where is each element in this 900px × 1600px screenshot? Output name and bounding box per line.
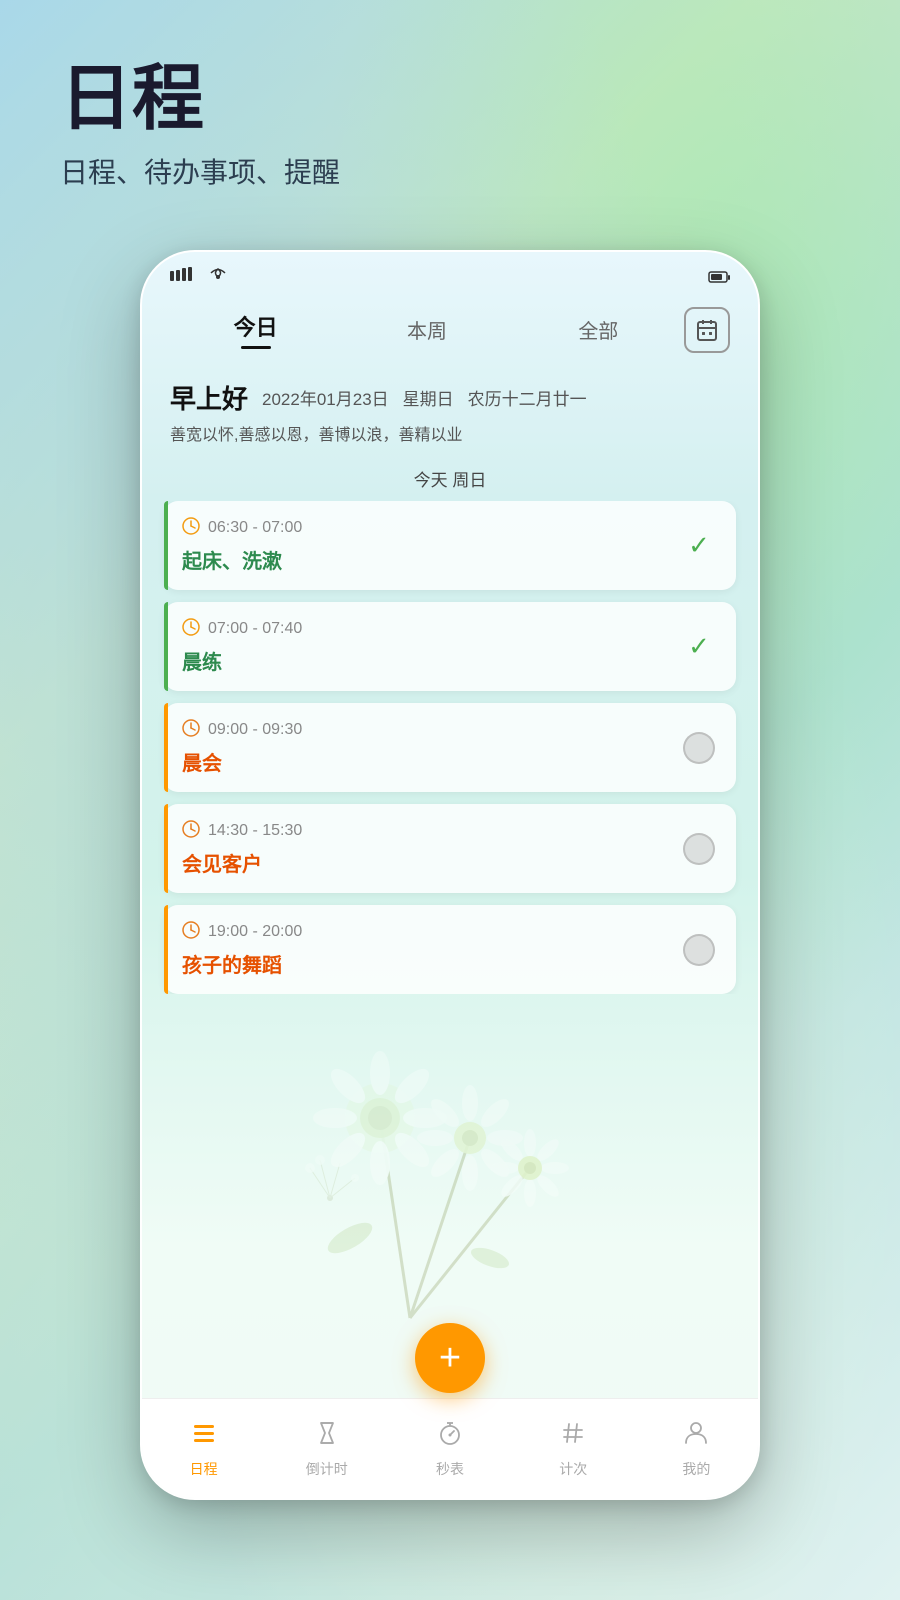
clock-icon — [182, 618, 200, 640]
greeting-lunar: 农历十二月廿一 — [468, 385, 587, 410]
schedule-time-row: 19:00 - 20:00 — [182, 921, 680, 943]
greeting-row: 早上好 2022年01月23日 星期日 农历十二月廿一 — [170, 379, 730, 416]
schedule-time: 14:30 - 15:30 — [208, 822, 302, 840]
schedule-item-left: 19:00 - 20:00 孩子的舞蹈 — [182, 921, 680, 978]
schedule-item-left: 06:30 - 07:00 起床、洗漱 — [182, 517, 680, 574]
nav-item-schedule[interactable]: 日程 — [142, 1419, 265, 1479]
clock-icon — [182, 719, 200, 741]
schedule-item[interactable]: 06:30 - 07:00 起床、洗漱 ✓ — [164, 501, 736, 590]
flower-decoration — [210, 1018, 610, 1418]
schedule-time: 07:00 - 07:40 — [208, 620, 302, 638]
nav-icon-counter — [559, 1419, 587, 1454]
nav-icon-schedule — [190, 1419, 218, 1454]
tab-week[interactable]: 本周 — [341, 307, 512, 352]
nav-item-stopwatch[interactable]: 秒表 — [388, 1419, 511, 1479]
greeting-date: 2022年01月23日 — [262, 385, 389, 410]
top-tabs: 今日 本周 全部 — [142, 292, 758, 367]
check-done-icon: ✓ — [688, 631, 710, 662]
schedule-check[interactable]: ✓ — [680, 628, 718, 666]
check-pending-icon — [683, 934, 715, 966]
status-icons — [708, 269, 730, 283]
status-bar — [142, 252, 758, 292]
greeting-quote: 善宽以怀,善感以恩，善博以浪，善精以业 — [170, 424, 730, 448]
calendar-icon-btn[interactable] — [684, 307, 730, 353]
schedule-time-row: 14:30 - 15:30 — [182, 820, 680, 842]
fab-add-button[interactable]: + — [415, 1323, 485, 1393]
schedule-time-row: 07:00 - 07:40 — [182, 618, 680, 640]
schedule-item-left: 14:30 - 15:30 会见客户 — [182, 820, 680, 877]
nav-label-profile: 我的 — [682, 1459, 710, 1479]
status-time — [170, 266, 227, 286]
nav-item-counter[interactable]: 计次 — [512, 1419, 635, 1479]
tab-all[interactable]: 全部 — [513, 307, 684, 352]
nav-item-countdown[interactable]: 倒计时 — [265, 1419, 388, 1479]
nav-label-counter: 计次 — [559, 1459, 587, 1479]
page-header: 日程 日程、待办事项、提醒 — [60, 60, 340, 191]
check-done-icon: ✓ — [688, 530, 710, 561]
schedule-check[interactable] — [680, 830, 718, 868]
schedule-item-left: 09:00 - 09:30 晨会 — [182, 719, 680, 776]
page-title: 日程 — [60, 60, 340, 139]
schedule-name: 会见客户 — [182, 848, 680, 877]
schedule-time: 06:30 - 07:00 — [208, 519, 302, 537]
bottom-nav: 日程 倒计时 秒表 计次 我的 — [142, 1398, 758, 1498]
greeting-text: 早上好 — [170, 379, 248, 416]
nav-label-schedule: 日程 — [190, 1459, 218, 1479]
schedule-item[interactable]: 09:00 - 09:30 晨会 — [164, 703, 736, 792]
schedule-time: 19:00 - 20:00 — [208, 923, 302, 941]
greeting-weekday: 星期日 — [403, 385, 454, 410]
schedule-check[interactable] — [680, 729, 718, 767]
check-pending-icon — [683, 732, 715, 764]
schedule-name: 起床、洗漱 — [182, 545, 680, 574]
clock-icon — [182, 820, 200, 842]
schedule-time: 09:00 - 09:30 — [208, 721, 302, 739]
schedule-item-left: 07:00 - 07:40 晨练 — [182, 618, 680, 675]
schedule-item[interactable]: 19:00 - 20:00 孩子的舞蹈 — [164, 905, 736, 994]
tab-today[interactable]: 今日 — [170, 302, 341, 357]
schedule-name: 晨练 — [182, 646, 680, 675]
schedule-item[interactable]: 14:30 - 15:30 会见客户 — [164, 804, 736, 893]
calendar-button-area — [684, 307, 730, 353]
phone-mockup: 今日 本周 全部 早上好 2022 — [140, 250, 760, 1500]
day-header: 今天 周日 — [142, 466, 758, 491]
nav-icon-profile — [682, 1419, 710, 1454]
schedule-time-row: 09:00 - 09:30 — [182, 719, 680, 741]
greeting-section: 早上好 2022年01月23日 星期日 农历十二月廿一 善宽以怀,善感以恩，善博… — [142, 371, 758, 452]
check-pending-icon — [683, 833, 715, 865]
phone-screen: 今日 本周 全部 早上好 2022 — [142, 252, 758, 1498]
nav-icon-countdown — [313, 1419, 341, 1454]
clock-icon — [182, 921, 200, 943]
schedule-name: 孩子的舞蹈 — [182, 949, 680, 978]
schedule-item[interactable]: 07:00 - 07:40 晨练 ✓ — [164, 602, 736, 691]
page-subtitle: 日程、待办事项、提醒 — [60, 151, 340, 191]
clock-icon — [182, 517, 200, 539]
nav-icon-stopwatch — [436, 1419, 464, 1454]
schedule-name: 晨会 — [182, 747, 680, 776]
nav-label-countdown: 倒计时 — [306, 1459, 348, 1479]
schedule-list: 06:30 - 07:00 起床、洗漱 ✓ 07:00 - 07:40 晨练 — [142, 501, 758, 994]
schedule-check[interactable]: ✓ — [680, 527, 718, 565]
schedule-time-row: 06:30 - 07:00 — [182, 517, 680, 539]
schedule-check[interactable] — [680, 931, 718, 969]
nav-label-stopwatch: 秒表 — [436, 1459, 464, 1479]
nav-item-profile[interactable]: 我的 — [635, 1419, 758, 1479]
